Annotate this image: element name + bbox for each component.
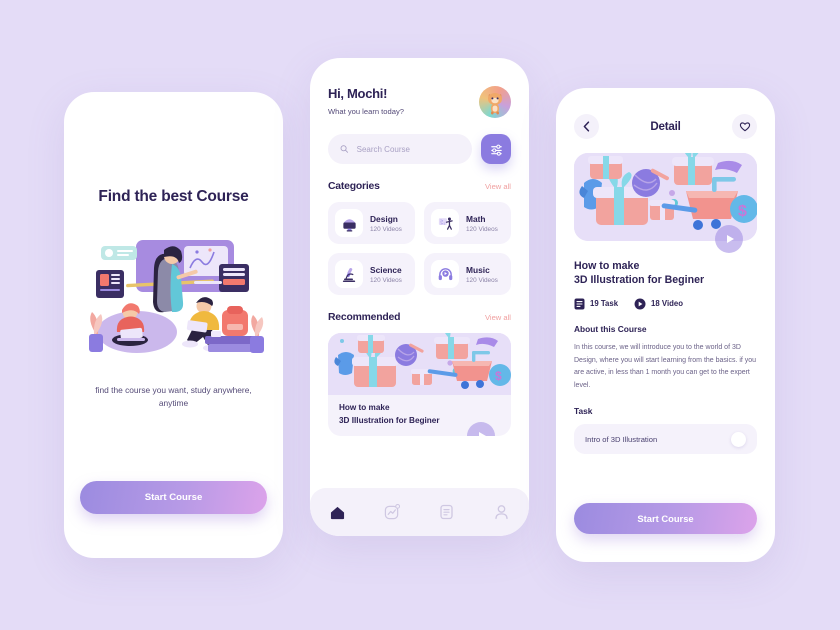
nav-item-home[interactable] [320,495,354,529]
category-card-math[interactable]: 2x 3+1 Math 120 Videos [424,202,511,244]
home-screen: Hi, Mochi! What you learn today? Search … [310,58,529,536]
search-input[interactable] [356,144,460,154]
about-text: In this course, we will introduce you to… [574,343,757,390]
music-headphones-icon [431,260,459,288]
page-title: Detail [650,120,681,133]
task-toggle-dot[interactable] [731,431,746,447]
category-count: 120 Videos [370,276,402,284]
recommended-course-card[interactable]: $ How to make 3D Illustration for Begine… [328,333,511,436]
bottom-navigation [310,488,529,536]
greeting-row: Hi, Mochi! What you learn today? [328,86,511,118]
category-name: Math [466,213,486,224]
recommended-title-line1: How to make [339,403,390,412]
category-name: Design [370,213,398,224]
sliders-filter-icon [490,144,502,156]
greeting-subtitle: What you learn today? [328,107,404,116]
category-card-science[interactable]: Science 120 Videos [328,253,415,295]
detail-hero-wrap: $ [574,153,757,253]
onboarding-screen: Find the best Course find the course you… [64,92,283,558]
category-card-music[interactable]: Music 120 Videos [424,253,511,295]
play-circle-icon [634,298,646,310]
course-title-line1: How to make [574,260,640,272]
play-icon[interactable] [715,225,743,253]
categories-view-all-link[interactable]: View all [485,182,511,191]
math-whiteboard-icon: 2x 3+1 [431,209,459,237]
back-button[interactable] [574,114,599,139]
filter-button[interactable] [481,134,511,164]
detail-header: Detail [574,114,757,139]
category-count: 120 Videos [466,225,498,233]
svg-text:$: $ [495,369,502,383]
category-name: Science [370,264,402,275]
category-card-design[interactable]: Design 120 Videos [328,202,415,244]
nav-item-activity[interactable] [375,495,409,529]
activity-icon [384,504,401,520]
chevron-left-icon [583,121,590,132]
stat-task: 19 Task [574,298,618,310]
task-list-icon [574,298,585,310]
categories-grid: Design 120 Videos 2x 3+1 Math 120 Videos… [328,202,511,295]
start-course-button[interactable]: Start Course [80,481,267,514]
section-title: Recommended [328,312,401,323]
app-mockup-stage: Find the best Course find the course you… [0,0,840,630]
course-title: How to make 3D Illustration for Beginer [574,259,757,288]
course-stats: 19 Task 18 Video [574,298,757,310]
avatar[interactable] [479,86,511,118]
recommended-section-header: Recommended View all [328,312,511,323]
nav-item-document[interactable] [430,495,464,529]
svg-text:$: $ [738,203,747,220]
stat-task-label: 19 Task [590,299,619,309]
search-icon [340,145,349,153]
greeting-title: Hi, Mochi! [328,86,388,101]
document-icon [440,504,454,520]
nav-item-profile[interactable] [485,495,519,529]
favorite-button[interactable] [732,114,757,139]
profile-icon [495,505,508,520]
svg-text:3+1: 3+1 [440,221,445,225]
course-title-line2: 3D Illustration for Beginer [574,274,705,287]
stat-video-label: 18 Video [651,299,683,309]
about-heading: About this Course [574,323,647,334]
home-icon [330,506,344,519]
search-row [328,134,511,164]
heart-icon [739,122,750,132]
stat-video: 18 Video [634,298,683,310]
page-title: Find the best Course [98,188,249,205]
design-monitor-icon [335,209,363,237]
online-learning-illustration [64,228,283,358]
task-heading: Task [574,406,593,417]
section-title: Categories [328,181,380,192]
task-item[interactable]: Intro of 3D Illustration [574,424,757,455]
task-label: Intro of 3D Illustration [585,434,658,444]
detail-screen: Detail $ How to make 3D Illustration for… [556,88,775,562]
3d-gifts-illustration: $ [328,333,511,395]
category-count: 120 Videos [466,276,498,284]
categories-section-header: Categories View all [328,181,511,192]
science-microscope-icon [335,260,363,288]
recommended-view-all-link[interactable]: View all [485,313,511,322]
start-course-button[interactable]: Start Course [574,503,757,534]
category-name: Music [466,264,490,275]
onboarding-subtitle: find the course you want, study anywhere… [95,385,252,408]
category-count: 120 Videos [370,225,402,233]
search-box[interactable] [328,134,472,164]
